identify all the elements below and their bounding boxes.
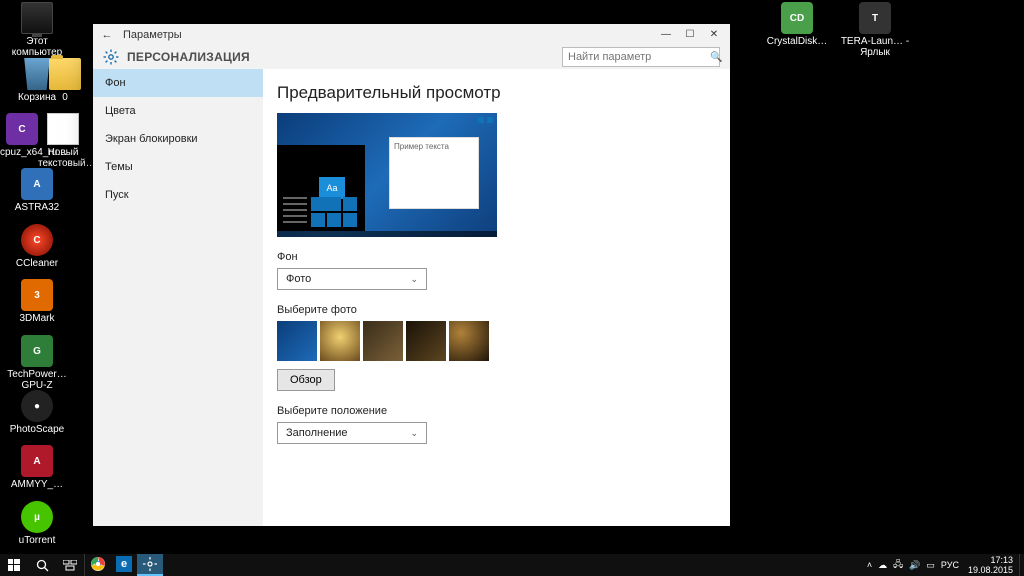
utorrent-icon: µ [21, 501, 53, 533]
search-icon: 🔍 [710, 52, 722, 63]
taskbar-app-settings[interactable] [137, 554, 163, 576]
desktop-icon-ccleaner[interactable]: C CCleaner [0, 224, 74, 269]
sidebar-item-background[interactable]: Фон [93, 69, 263, 97]
desktop-icon-3dmark[interactable]: 3 3DMark [0, 279, 74, 324]
textfile-icon [47, 113, 79, 145]
titlebar: ← Параметры — ☐ ✕ [93, 24, 730, 45]
tray-network-icon[interactable]: 🖧 [890, 557, 906, 573]
content-pane: Предварительный просмотр Aa Пример текст… [263, 69, 730, 526]
minimize-button[interactable]: — [654, 24, 678, 45]
position-dropdown[interactable]: Заполнение ⌄ [277, 422, 427, 444]
thumbnail[interactable] [449, 321, 489, 361]
browse-button[interactable]: Обзор [277, 369, 335, 391]
search-input[interactable] [568, 51, 710, 63]
tera-icon: T [859, 2, 891, 34]
header-bar: ПЕРСОНАЛИЗАЦИЯ 🔍 [93, 45, 730, 69]
clock-date: 19.08.2015 [968, 565, 1013, 575]
astra-icon: A [21, 168, 53, 200]
thumbnail[interactable] [320, 321, 360, 361]
thumbnail[interactable] [363, 321, 403, 361]
bg-type-value: Фото [286, 273, 311, 285]
sidebar-item-colors[interactable]: Цвета [93, 97, 263, 125]
ccleaner-icon: C [21, 224, 53, 256]
close-button[interactable]: ✕ [702, 24, 726, 45]
tray-language[interactable]: РУС [938, 560, 962, 570]
gpuz-icon: G [21, 335, 53, 367]
desktop-icon-utorrent[interactable]: µ uTorrent [0, 501, 74, 546]
preview-heading: Предварительный просмотр [277, 83, 716, 103]
sidebar-item-lockscreen[interactable]: Экран блокировки [93, 125, 263, 153]
taskbar-clock[interactable]: 17:13 19.08.2015 [962, 555, 1019, 575]
maximize-button[interactable]: ☐ [678, 24, 702, 45]
desktop-icon-folder[interactable]: 0 [40, 58, 90, 103]
tray-chevron-icon[interactable]: ˄ [864, 560, 875, 570]
sidebar-item-start[interactable]: Пуск [93, 181, 263, 209]
settings-window: ← Параметры — ☐ ✕ ПЕРСОНАЛИЗАЦИЯ 🔍 Фон Ц… [93, 24, 730, 526]
clock-time: 17:13 [968, 555, 1013, 565]
desktop-icon-photoscape[interactable]: ● PhotoScape [0, 390, 74, 435]
position-label: Выберите положение [277, 405, 716, 417]
folder-icon [49, 58, 81, 90]
desktop-icon-gpuz[interactable]: G TechPower… GPU-Z [0, 335, 74, 391]
tray-volume-icon[interactable]: 🔊 [906, 560, 923, 571]
desktop-icon-newtxt[interactable]: Новый текстовый… [38, 113, 88, 169]
monitor-icon [21, 2, 53, 34]
crystaldisk-icon: CD [781, 2, 813, 34]
ammyy-icon: A [21, 445, 53, 477]
start-button[interactable] [0, 554, 28, 576]
window-title: Параметры [123, 29, 654, 41]
task-view-button[interactable] [56, 554, 84, 576]
chevron-down-icon: ⌄ [410, 428, 418, 439]
photoscape-icon: ● [21, 390, 53, 422]
taskbar-app-edge[interactable]: e [111, 554, 137, 576]
desktop-icon-ammyy[interactable]: A AMMYY_… [0, 445, 74, 490]
taskbar[interactable]: e ˄ ☁ 🖧 🔊 ▭ РУС 17:13 19.08.2015 [0, 554, 1024, 576]
choose-photo-label: Выберите фото [277, 304, 716, 316]
thumbnail[interactable] [277, 321, 317, 361]
thumbnail[interactable] [406, 321, 446, 361]
desktop-icon-tera[interactable]: T TERA-Laun… - Ярлык [838, 2, 912, 58]
show-desktop-button[interactable] [1019, 554, 1024, 576]
window-controls: — ☐ ✕ [654, 24, 726, 45]
wallpaper-preview: Aa Пример текста [277, 113, 497, 237]
tray-action-center-icon[interactable]: ▭ [923, 560, 938, 571]
taskbar-app-chrome[interactable] [85, 554, 111, 576]
back-button[interactable]: ← [97, 29, 117, 41]
position-value: Заполнение [286, 427, 348, 439]
search-box[interactable]: 🔍 [562, 47, 720, 67]
photo-thumbnails [277, 321, 716, 361]
tray-onedrive-icon[interactable]: ☁ [875, 560, 890, 571]
sidebar-item-themes[interactable]: Темы [93, 153, 263, 181]
preview-tile-aa: Aa [319, 177, 345, 199]
gear-icon [103, 49, 119, 65]
desktop-icon-crystaldisk[interactable]: CD CrystalDisk… [760, 2, 834, 47]
section-title: ПЕРСОНАЛИЗАЦИЯ [127, 50, 250, 64]
bg-type-dropdown[interactable]: Фото ⌄ [277, 268, 427, 290]
search-button[interactable] [28, 554, 56, 576]
preview-sample-window: Пример текста [389, 137, 479, 209]
chevron-down-icon: ⌄ [410, 274, 418, 285]
desktop-icon-this-pc[interactable]: Этот компьютер [0, 2, 74, 58]
3dmark-icon: 3 [21, 279, 53, 311]
bg-label: Фон [277, 251, 716, 263]
desktop-icon-cpuz[interactable]: C cpuz_x64_ru… [0, 113, 44, 158]
sidebar: Фон Цвета Экран блокировки Темы Пуск [93, 69, 263, 526]
system-tray[interactable]: ˄ ☁ 🖧 🔊 ▭ РУС 17:13 19.08.2015 [864, 554, 1024, 576]
desktop-icon-astra[interactable]: A ASTRA32 [0, 168, 74, 213]
cpuz-icon: C [6, 113, 38, 145]
